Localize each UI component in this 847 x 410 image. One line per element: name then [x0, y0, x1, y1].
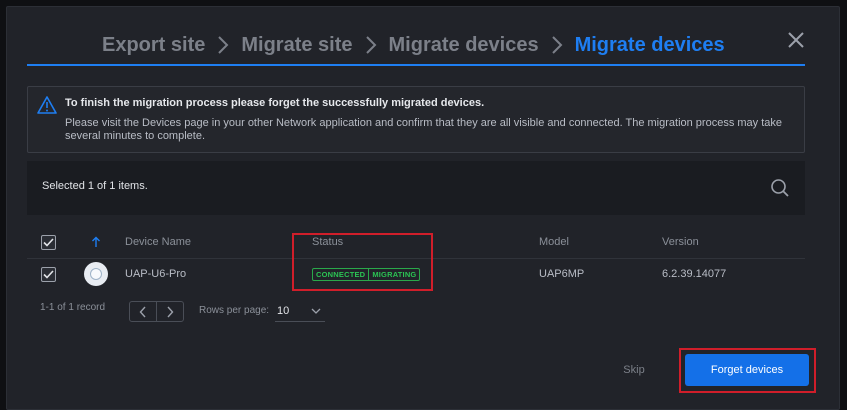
breadcrumb-current-step: Migrate devices [574, 33, 725, 56]
access-point-icon [84, 262, 108, 286]
selection-bar: Selected 1 of 1 items. [27, 161, 805, 215]
row-checkbox-cell [41, 259, 56, 289]
skip-button[interactable]: Skip [615, 360, 653, 380]
info-banner: To finish the migration process please f… [27, 86, 805, 153]
warning-icon [37, 96, 57, 114]
banner-body: Please visit the Devices page in your ot… [65, 117, 783, 142]
rows-per-page-select[interactable]: 10 [275, 301, 325, 322]
chevron-right-icon [365, 35, 377, 55]
device-version: 6.2.39.14077 [662, 268, 727, 280]
banner-title: To finish the migration process please f… [65, 97, 485, 109]
device-name[interactable]: UAP-U6-Pro [125, 259, 186, 289]
sort-arrow-up-icon[interactable] [91, 226, 101, 258]
rows-per-page-label: Rows per page: [199, 305, 270, 316]
breadcrumb-migrate-devices[interactable]: Migrate devices [389, 34, 539, 57]
close-icon[interactable] [784, 28, 808, 52]
search-icon[interactable] [770, 178, 790, 198]
next-page-button[interactable] [156, 302, 183, 321]
chevron-right-icon [217, 35, 229, 55]
column-version[interactable]: Version [662, 226, 699, 258]
header-divider [27, 64, 805, 66]
chevron-right-icon [551, 35, 563, 55]
breadcrumb: Export site Migrate site Migrate devices… [102, 30, 725, 60]
prev-page-button[interactable] [130, 302, 156, 321]
device-model: UAP6MP [539, 268, 585, 280]
chevron-down-icon [311, 305, 321, 317]
select-all-checkbox[interactable] [41, 234, 56, 250]
status-highlight-box [292, 233, 433, 291]
rows-per-page-value: 10 [277, 305, 290, 317]
forget-devices-button[interactable]: Forget devices [685, 354, 809, 386]
select-all-checkbox-cell [41, 226, 56, 258]
pagination-range: 1-1 of 1 record [40, 302, 106, 313]
breadcrumb-migrate-site[interactable]: Migrate site [241, 34, 352, 57]
column-device-name[interactable]: Device Name [125, 226, 191, 258]
pagination-buttons [129, 301, 184, 322]
column-model[interactable]: Model [539, 226, 569, 258]
breadcrumb-export-site[interactable]: Export site [102, 34, 205, 57]
row-checkbox[interactable] [41, 266, 56, 282]
device-avatar-cell [84, 259, 108, 289]
selection-count: Selected 1 of 1 items. [42, 180, 148, 192]
